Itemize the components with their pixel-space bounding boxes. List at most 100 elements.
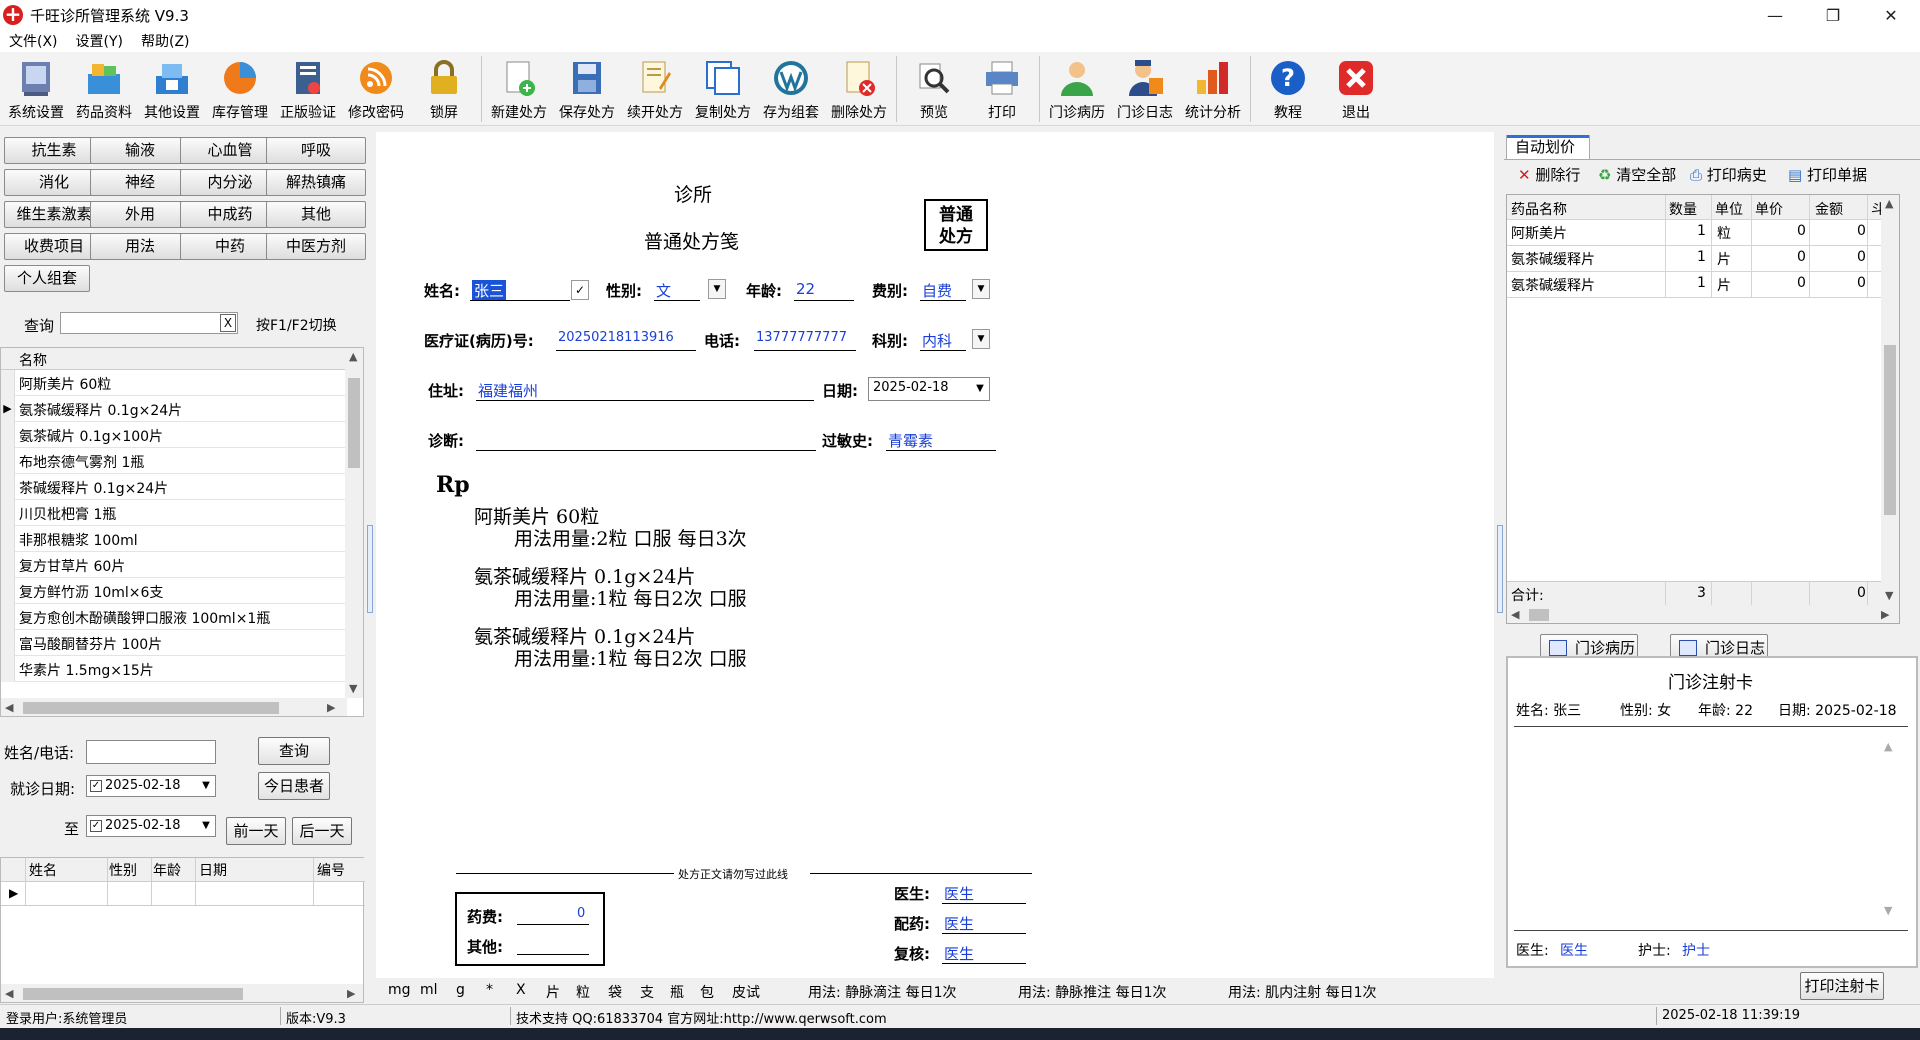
patient-grid-horizontal-scrollbar[interactable]: ◀ ▶ xyxy=(1,984,363,1002)
chevron-down-icon[interactable]: ▼ xyxy=(197,816,215,836)
visit-date-from-picker[interactable]: ✓ 2025-02-18 ▼ xyxy=(86,775,216,797)
statistics-button[interactable]: 统计分析 xyxy=(1179,52,1247,124)
right-splitter-handle[interactable] xyxy=(1497,525,1503,613)
print-receipt-button[interactable]: ▤ 打印单据 xyxy=(1788,164,1867,185)
inventory-button[interactable]: 库存管理 xyxy=(206,52,274,124)
unit-x[interactable]: X xyxy=(516,982,526,998)
injection-doctor-value[interactable]: 医生 xyxy=(1560,940,1588,960)
scroll-right-icon[interactable]: ▶ xyxy=(347,987,355,1000)
allergy-field[interactable]: 青霉素 xyxy=(888,430,933,451)
print-injection-card-button[interactable]: 打印注射卡 xyxy=(1800,972,1884,1000)
list-item[interactable]: 氨茶碱片 0.1g×100片 xyxy=(1,422,345,448)
scroll-right-icon[interactable]: ▶ xyxy=(1881,608,1889,621)
pricing-grid-horizontal-scrollbar[interactable]: ◀ ▶ xyxy=(1507,605,1899,623)
usage-iv-push[interactable]: 用法: 静脉推注 每日1次 xyxy=(1018,982,1167,1002)
scroll-up-icon[interactable]: ▲ xyxy=(349,350,357,363)
fee-type-field[interactable]: 自费 xyxy=(922,280,952,301)
menu-settings[interactable]: 设置(Y) xyxy=(67,31,132,51)
menu-file[interactable]: 文件(X) xyxy=(0,31,67,51)
injection-notes-area[interactable]: ▲ ▼ xyxy=(1516,730,1906,930)
change-password-button[interactable]: 修改密码 xyxy=(342,52,410,124)
list-item[interactable]: 复方愈创木酚磺酸钾口服液 100ml×1瓶 xyxy=(1,604,345,630)
unit-g[interactable]: g xyxy=(456,982,465,998)
list-item[interactable]: 复方鲜竹沥 10ml×6支 xyxy=(1,578,345,604)
unit-tablet[interactable]: 片 xyxy=(546,982,560,1002)
chevron-down-icon[interactable]: ▼ xyxy=(708,279,726,299)
list-item[interactable]: 茶碱缓释片 0.1g×24片 xyxy=(1,474,345,500)
phone-field[interactable]: 13777777777 xyxy=(756,330,847,345)
category-usage[interactable]: 用法 xyxy=(90,233,190,260)
category-antibiotic[interactable]: 抗生素 xyxy=(4,137,104,164)
date-checkbox[interactable]: ✓ xyxy=(90,780,102,792)
category-tcm-formula[interactable]: 中医方剂 xyxy=(266,233,366,260)
category-cardiovascular[interactable]: 心血管 xyxy=(180,137,280,164)
dispenser-field[interactable]: 医生 xyxy=(944,913,974,934)
preview-button[interactable]: 预览 xyxy=(900,52,968,124)
delete-row-button[interactable]: ✕ 删除行 xyxy=(1518,164,1580,185)
unit-star[interactable]: * xyxy=(486,982,493,998)
chevron-down-icon[interactable]: ▼ xyxy=(971,378,989,400)
case-history-button[interactable]: 门诊病历 xyxy=(1043,52,1111,124)
print-button[interactable]: 打印 xyxy=(968,52,1036,124)
print-history-button[interactable]: ⎙ 打印病史 xyxy=(1690,164,1767,185)
age-field[interactable]: 22 xyxy=(796,280,815,298)
verify-button[interactable]: 正版验证 xyxy=(274,52,342,124)
unit-capsule[interactable]: 粒 xyxy=(576,982,590,1002)
scroll-thumb[interactable] xyxy=(23,702,279,714)
scroll-down-icon[interactable]: ▼ xyxy=(1884,904,1892,917)
scroll-right-icon[interactable]: ▶ xyxy=(327,701,335,714)
table-row[interactable]: 氨茶碱缓释片 1 片 0 0 xyxy=(1507,272,1881,297)
list-item[interactable]: 阿斯美片 60粒 xyxy=(1,370,345,396)
visit-date-to-picker[interactable]: ✓ 2025-02-18 ▼ xyxy=(86,815,216,837)
list-item[interactable]: 布地奈德气雾剂 1瓶 xyxy=(1,448,345,474)
category-herbal[interactable]: 中药 xyxy=(180,233,280,260)
list-item[interactable]: 非那根糖浆 100ml xyxy=(1,526,345,552)
scroll-left-icon[interactable]: ◀ xyxy=(5,987,13,1000)
drug-search-input[interactable] xyxy=(60,312,238,334)
usage-intramuscular[interactable]: 用法: 肌内注射 每日1次 xyxy=(1228,982,1377,1002)
maximize-button[interactable]: ❐ xyxy=(1804,0,1862,30)
save-group-button[interactable]: 存为组套 xyxy=(757,52,825,124)
unit-bag[interactable]: 袋 xyxy=(608,982,622,1002)
scroll-left-icon[interactable]: ◀ xyxy=(5,701,13,714)
search-clear-button[interactable]: X xyxy=(220,314,236,332)
tutorial-button[interactable]: ? 教程 xyxy=(1254,52,1322,124)
save-prescription-button[interactable]: 保存处方 xyxy=(553,52,621,124)
address-field[interactable]: 福建福州 xyxy=(478,380,538,401)
category-analgesic[interactable]: 解热镇痛 xyxy=(266,169,366,196)
delete-prescription-button[interactable]: 删除处方 xyxy=(825,52,893,124)
category-endocrine[interactable]: 内分泌 xyxy=(180,169,280,196)
list-item[interactable]: ▶ 氨茶碱缓释片 0.1g×24片 xyxy=(1,396,345,422)
list-item[interactable]: 华素片 1.5mg×15片 xyxy=(1,656,345,682)
patient-name-field[interactable]: 张三 xyxy=(472,280,507,301)
tab-auto-pricing[interactable]: 自动划价 xyxy=(1506,135,1590,159)
scroll-thumb[interactable] xyxy=(348,378,360,468)
category-vitamin[interactable]: 维生素激素 xyxy=(4,201,104,228)
continue-prescription-button[interactable]: 续开处方 xyxy=(621,52,689,124)
doctor-field[interactable]: 医生 xyxy=(944,883,974,904)
medical-card-field[interactable]: 20250218113916 xyxy=(558,330,674,345)
unit-stick[interactable]: 支 xyxy=(640,982,654,1002)
chevron-down-icon[interactable]: ▼ xyxy=(197,776,215,796)
category-patent-medicine[interactable]: 中成药 xyxy=(180,201,280,228)
rx-item-usage[interactable]: 用法用量:2粒 口服 每日3次 xyxy=(514,524,747,551)
department-field[interactable]: 内科 xyxy=(922,330,952,351)
today-patients-button[interactable]: 今日患者 xyxy=(258,772,330,800)
pricing-grid-vertical-scrollbar[interactable]: ▲ ▼ xyxy=(1881,195,1899,605)
list-item[interactable]: 复方甘草片 60片 xyxy=(1,552,345,578)
drug-info-button[interactable]: 药品资料 xyxy=(70,52,138,124)
table-row[interactable]: 氨茶碱缓释片 1 片 0 0 xyxy=(1507,246,1881,271)
close-button[interactable]: ✕ xyxy=(1862,0,1920,30)
category-digestive[interactable]: 消化 xyxy=(4,169,104,196)
scroll-up-icon[interactable]: ▲ xyxy=(1884,740,1892,753)
category-other[interactable]: 其他 xyxy=(266,201,366,228)
clear-all-button[interactable]: ♻ 清空全部 xyxy=(1598,164,1676,185)
category-infusion[interactable]: 输液 xyxy=(90,137,190,164)
table-row[interactable]: ▶ xyxy=(1,882,365,906)
drug-list-vertical-scrollbar[interactable]: ▲ ▼ xyxy=(345,348,363,698)
patient-name-input[interactable] xyxy=(86,740,216,764)
table-row[interactable]: 阿斯美片 1 粒 0 0 xyxy=(1507,220,1881,245)
chevron-down-icon[interactable]: ▼ xyxy=(972,329,990,349)
scroll-thumb[interactable] xyxy=(1529,609,1549,621)
new-prescription-button[interactable]: 新建处方 xyxy=(485,52,553,124)
